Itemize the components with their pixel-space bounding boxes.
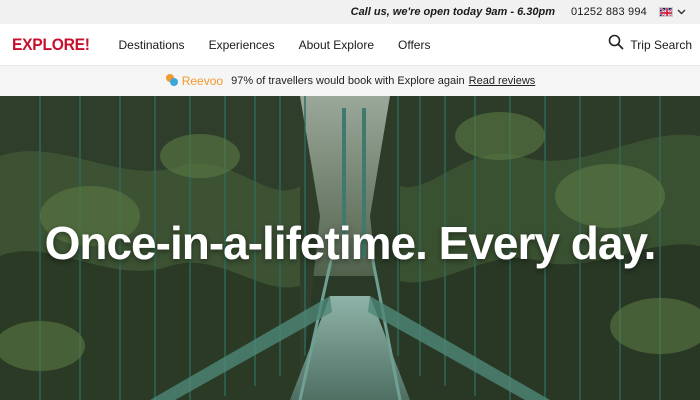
explore-logo[interactable]: EXPLORE!: [12, 35, 90, 55]
nav-links: Destinations Experiences About Explore O…: [119, 38, 443, 52]
phone-number[interactable]: 01252 883 994: [571, 6, 647, 18]
search-icon: [608, 34, 624, 55]
nav-link-experiences[interactable]: Experiences: [197, 38, 287, 52]
chevron-down-icon[interactable]: [677, 7, 686, 17]
main-nav: EXPLORE! Destinations Experiences About …: [0, 24, 700, 66]
reevoo-bar: Reevoo 97% of travellers would book with…: [0, 66, 700, 96]
reevoo-logo-icon: [165, 73, 179, 90]
uk-flag-icon[interactable]: [659, 7, 673, 17]
read-reviews-link[interactable]: Read reviews: [469, 75, 536, 87]
hero-headline: Once-in-a-lifetime. Every day.: [44, 217, 657, 269]
hero-banner: Once-in-a-lifetime. Every day.: [0, 96, 700, 400]
utility-bar: Call us, we're open today 9am - 6.30pm 0…: [0, 0, 700, 24]
nav-link-offers[interactable]: Offers: [386, 38, 442, 52]
nav-link-about-explore[interactable]: About Explore: [287, 38, 386, 52]
reevoo-message: 97% of travellers would book with Explor…: [231, 75, 465, 87]
trip-search-label: Trip Search: [630, 37, 692, 52]
trip-search-button[interactable]: Trip Search: [608, 34, 692, 55]
nav-link-destinations[interactable]: Destinations: [119, 38, 197, 52]
reevoo-brand: Reevoo: [181, 74, 224, 88]
opening-hours: Call us, we're open today 9am - 6.30pm: [350, 6, 555, 18]
